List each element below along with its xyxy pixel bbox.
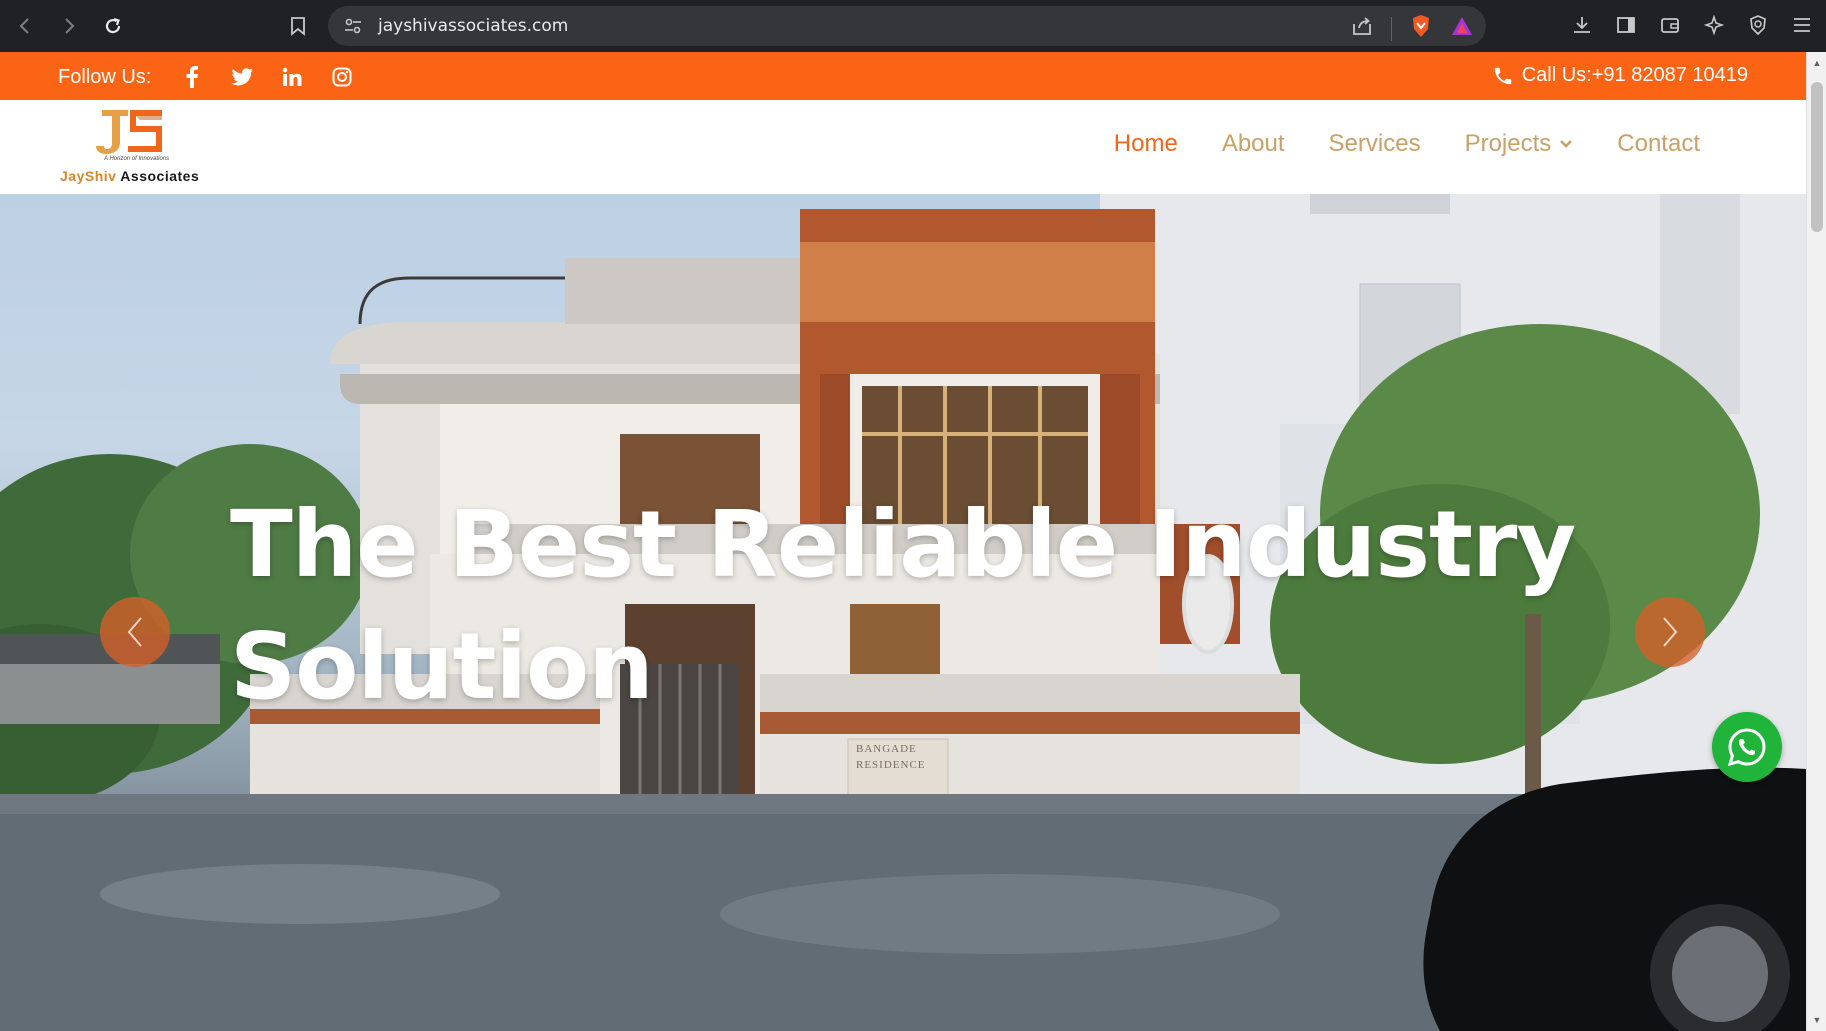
scrollbar-thumb[interactable] <box>1811 82 1823 232</box>
url-text[interactable]: jayshivassociates.com <box>378 16 568 36</box>
linkedin-icon[interactable] <box>279 64 305 90</box>
nav-about[interactable]: About <box>1222 130 1285 158</box>
logo-jay: Jay <box>60 168 85 184</box>
site-logo[interactable]: A Horizon of Innovations JayShiv Associa… <box>60 104 246 190</box>
nav-contact-label[interactable]: Contact <box>1617 130 1700 158</box>
hero-slider: BANGADE RESIDENCE The Best Reliable Indu… <box>0 194 1806 1031</box>
whatsapp-icon <box>1727 728 1766 767</box>
download-icon[interactable] <box>1570 12 1594 38</box>
nav-projects[interactable]: Projects <box>1465 130 1574 158</box>
follow-us: Follow Us: <box>58 64 367 90</box>
chevron-left-icon <box>127 617 142 647</box>
leo-ai-icon[interactable] <box>1702 12 1726 38</box>
call-us[interactable]: Call Us:+91 82087 10419 <box>1492 64 1748 87</box>
hero-title-line-1: The Best Reliable Industry <box>230 491 1576 598</box>
address-bar[interactable]: jayshivassociates.com <box>328 6 1486 46</box>
slider-next-button[interactable] <box>1635 597 1705 667</box>
logo-tagline: A Horizon of Innovations <box>104 156 170 162</box>
vpn-icon[interactable] <box>1746 12 1770 38</box>
reload-icon[interactable] <box>94 7 132 45</box>
follow-label: Follow Us: <box>58 65 152 88</box>
page-scrollbar[interactable]: ▲ ▼ <box>1806 52 1826 1031</box>
nav-services[interactable]: Services <box>1329 130 1421 158</box>
main-nav: Home About Services Projects Contact <box>1114 130 1700 158</box>
chevron-right-icon <box>1663 617 1678 647</box>
nav-about-label[interactable]: About <box>1222 130 1285 158</box>
site-header: A Horizon of Innovations JayShiv Associa… <box>0 100 1806 194</box>
logo-shiv: Shiv <box>84 168 117 184</box>
phone-icon <box>1494 67 1511 84</box>
hero-title-line-2: Solution <box>230 613 654 720</box>
hero-title: The Best Reliable Industry Solution <box>230 484 1630 728</box>
scroll-up-arrow-icon[interactable]: ▲ <box>1812 58 1822 68</box>
whatsapp-button[interactable] <box>1712 712 1782 782</box>
slider-prev-button[interactable] <box>100 597 170 667</box>
plaque-line-1: BANGADE <box>856 743 917 755</box>
top-bar: Follow Us: Call Us:+91 82087 10419 <box>0 52 1806 100</box>
wallet-icon[interactable] <box>1658 12 1682 38</box>
back-icon[interactable] <box>6 7 44 45</box>
site-settings-icon[interactable] <box>342 15 364 37</box>
scroll-down-arrow-icon[interactable]: ▼ <box>1812 1015 1822 1025</box>
call-us-text[interactable]: Call Us:+91 82087 10419 <box>1522 64 1748 87</box>
nav-home[interactable]: Home <box>1114 130 1178 158</box>
menu-icon[interactable] <box>1790 12 1814 38</box>
twitter-icon[interactable] <box>229 64 255 90</box>
chevron-down-icon <box>1560 140 1573 148</box>
nav-home-label[interactable]: Home <box>1114 130 1178 158</box>
nav-contact[interactable]: Contact <box>1617 130 1700 158</box>
bookmark-icon[interactable] <box>284 12 312 40</box>
plaque-line-2: RESIDENCE <box>856 759 926 771</box>
brave-rewards-icon[interactable] <box>1450 15 1474 42</box>
browser-toolbar: jayshivassociates.com <box>0 0 1826 52</box>
nav-services-label[interactable]: Services <box>1329 130 1421 158</box>
facebook-icon[interactable] <box>179 64 205 90</box>
share-icon[interactable] <box>1351 15 1373 42</box>
logo-associates: Associates <box>116 168 200 184</box>
sidebar-icon[interactable] <box>1614 12 1638 38</box>
divider <box>1391 16 1392 41</box>
logo-wordmark: JayShiv Associates <box>60 168 199 184</box>
instagram-icon[interactable] <box>329 64 355 90</box>
forward-icon[interactable] <box>50 7 88 45</box>
brave-shield-icon[interactable] <box>1410 14 1432 43</box>
nav-projects-label[interactable]: Projects <box>1465 130 1552 158</box>
